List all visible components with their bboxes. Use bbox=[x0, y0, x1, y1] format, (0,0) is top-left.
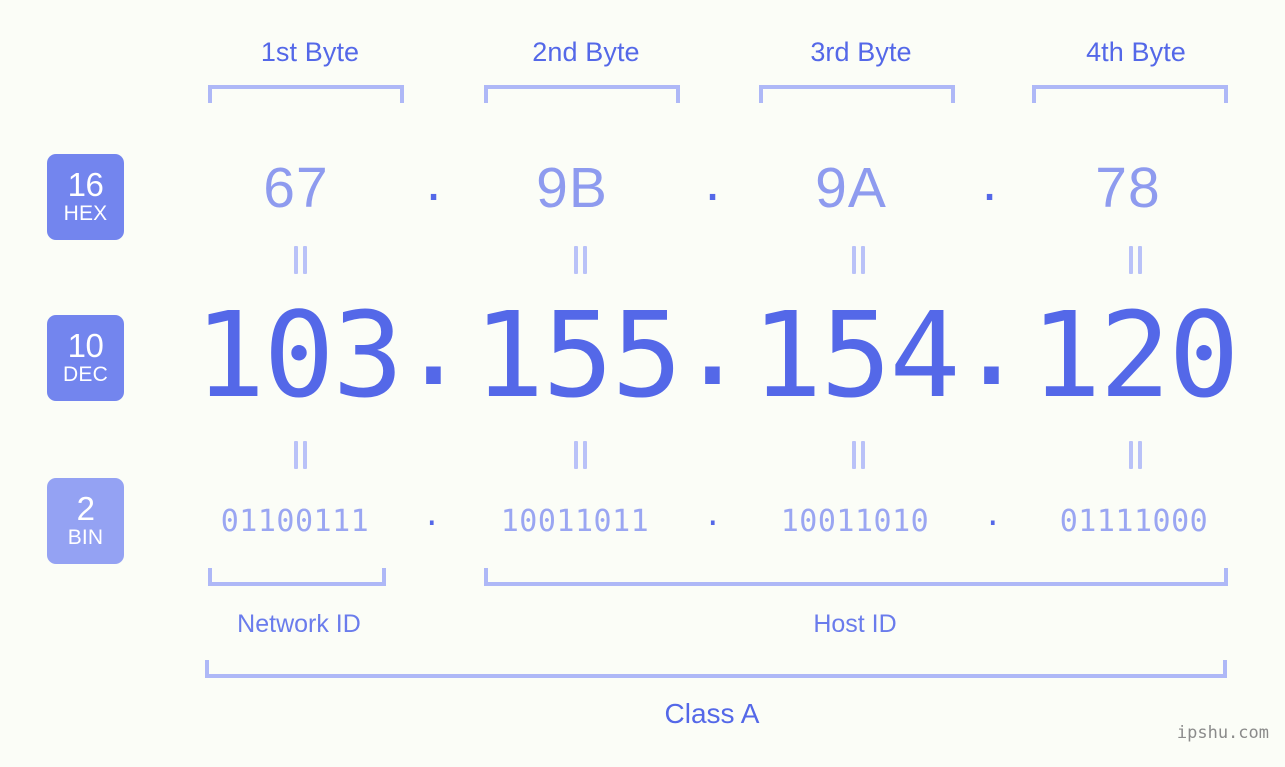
dec-byte-1: 103 bbox=[194, 286, 403, 424]
byte-header-3: 3rd Byte bbox=[810, 37, 912, 67]
bin-separator-3: . bbox=[983, 498, 1003, 533]
equals-mark-dec-bin-1 bbox=[285, 440, 315, 470]
byte-bracket-2 bbox=[484, 85, 680, 103]
dec-byte-3: 154 bbox=[751, 286, 960, 424]
hex-byte-1: 67 bbox=[263, 156, 329, 220]
base-badge-hex: 16 HEX bbox=[47, 154, 124, 240]
equals-mark-hex-dec-2 bbox=[565, 245, 595, 275]
network-id-label: Network ID bbox=[237, 610, 361, 638]
hex-byte-3: 9A bbox=[815, 156, 887, 220]
equals-mark-dec-bin-3 bbox=[843, 440, 873, 470]
class-label: Class A bbox=[664, 698, 760, 729]
dec-byte-4: 120 bbox=[1030, 286, 1239, 424]
dec-separator-2: . bbox=[677, 274, 748, 412]
dec-byte-2: 155 bbox=[473, 286, 682, 424]
hex-separator-2: . bbox=[704, 149, 722, 213]
byte-header-2: 2nd Byte bbox=[532, 37, 640, 67]
bin-byte-4: 01111000 bbox=[1059, 504, 1209, 539]
byte-bracket-4 bbox=[1032, 85, 1228, 103]
equals-mark-dec-bin-4 bbox=[1120, 440, 1150, 470]
host-id-label: Host ID bbox=[813, 610, 897, 638]
equals-mark-hex-dec-1 bbox=[285, 245, 315, 275]
equals-mark-hex-dec-4 bbox=[1120, 245, 1150, 275]
class-bracket bbox=[205, 660, 1227, 678]
base-badge-bin-label: BIN bbox=[67, 526, 104, 549]
equals-mark-hex-dec-3 bbox=[843, 245, 873, 275]
base-badge-hex-label: HEX bbox=[63, 202, 108, 225]
bin-separator-1: . bbox=[422, 498, 442, 533]
base-badge-dec-label: DEC bbox=[63, 363, 108, 386]
bin-byte-1: 01100111 bbox=[220, 504, 370, 539]
hex-byte-2: 9B bbox=[536, 156, 608, 220]
dec-separator-1: . bbox=[398, 274, 469, 412]
dec-separator-3: . bbox=[956, 274, 1027, 412]
bin-separator-2: . bbox=[703, 498, 723, 533]
hex-separator-1: . bbox=[425, 149, 443, 213]
byte-bracket-3 bbox=[759, 85, 955, 103]
base-badge-bin-number: 2 bbox=[76, 490, 95, 527]
ip-breakdown-diagram: 1st Byte 2nd Byte 3rd Byte 4th Byte 16 H… bbox=[0, 0, 1285, 767]
bin-byte-2: 10011011 bbox=[500, 504, 650, 539]
equals-mark-dec-bin-2 bbox=[565, 440, 595, 470]
base-badge-dec: 10 DEC bbox=[47, 315, 124, 401]
base-badge-bin: 2 BIN bbox=[47, 478, 124, 564]
network-id-bracket bbox=[208, 568, 386, 586]
bin-byte-3: 10011010 bbox=[780, 504, 930, 539]
site-watermark: ipshu.com bbox=[1176, 723, 1269, 743]
base-badge-dec-number: 10 bbox=[67, 327, 104, 364]
hex-separator-3: . bbox=[981, 149, 999, 213]
hex-byte-4: 78 bbox=[1095, 156, 1161, 220]
byte-header-4: 4th Byte bbox=[1086, 37, 1186, 67]
byte-bracket-1 bbox=[208, 85, 404, 103]
host-id-bracket bbox=[484, 568, 1228, 586]
byte-header-1: 1st Byte bbox=[260, 37, 360, 67]
base-badge-hex-number: 16 bbox=[67, 166, 104, 203]
